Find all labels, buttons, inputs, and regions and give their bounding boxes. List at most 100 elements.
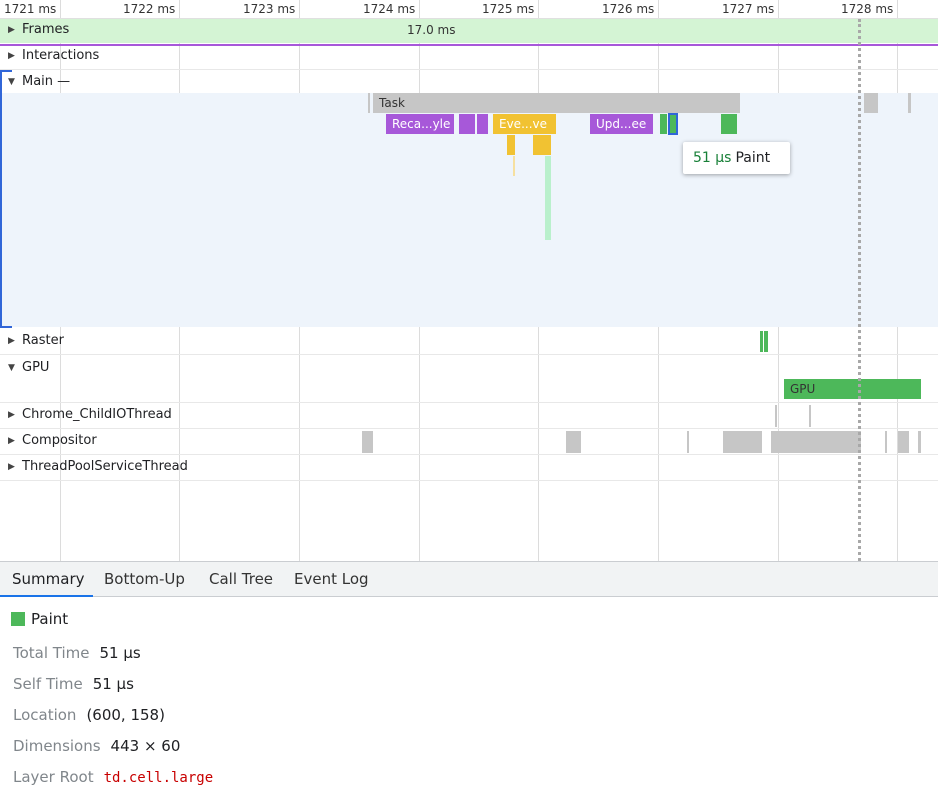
threadpool-track[interactable]: ▶ ThreadPoolServiceThread — [0, 455, 938, 481]
io-event[interactable] — [809, 405, 811, 427]
time-ruler[interactable]: 1721 ms 1722 ms 1723 ms 1724 ms 1725 ms … — [0, 0, 938, 19]
expand-triangle-icon: ▶ — [8, 435, 15, 446]
selected-paint-event[interactable] — [668, 113, 678, 135]
tab-event-log[interactable]: Event Log — [294, 562, 369, 597]
row-value: (600, 158) — [86, 706, 165, 724]
frames-track[interactable]: ▶ Frames 17.0 ms — [0, 19, 938, 43]
compositor-label: Compositor — [22, 433, 97, 448]
rendering-event[interactable] — [477, 114, 488, 134]
row-key: Dimensions — [13, 737, 101, 755]
expand-triangle-icon: ▶ — [8, 461, 15, 472]
main-toggle[interactable]: ▼ Main — — [8, 74, 70, 89]
scripting-event[interactable] — [533, 135, 551, 155]
summary-row-dimensions: Dimensions 443 × 60 — [13, 737, 180, 755]
raster-event[interactable] — [764, 331, 768, 352]
summary-row-total-time: Total Time 51 µs — [13, 644, 141, 662]
interactions-toggle[interactable]: ▶ Interactions — [8, 48, 99, 63]
compositor-event[interactable] — [566, 431, 581, 453]
tooltip-duration: 51 µs — [693, 150, 732, 166]
tick-label: 1722 ms — [123, 2, 176, 16]
compositor-toggle[interactable]: ▶ Compositor — [8, 433, 97, 448]
childio-label: Chrome_ChildIOThread — [22, 407, 172, 422]
tick-label: 1728 ms — [841, 2, 894, 16]
tooltip-name: Paint — [735, 150, 771, 166]
interactions-track[interactable]: ▶ Interactions — [0, 46, 938, 70]
recalc-style-event[interactable]: Reca...yle — [386, 114, 454, 134]
gc-event[interactable] — [545, 156, 551, 240]
main-label: Main — — [22, 74, 71, 89]
category-swatch — [11, 612, 25, 626]
raster-track[interactable]: ▶ Raster — [0, 328, 938, 355]
compositor-event[interactable] — [771, 431, 861, 453]
row-value: 51 µs — [99, 644, 141, 662]
task-event[interactable]: Task — [373, 93, 740, 113]
tick-label: 1724 ms — [363, 2, 416, 16]
timeline-panel[interactable]: 1721 ms 1722 ms 1723 ms 1724 ms 1725 ms … — [0, 0, 938, 561]
compositor-event[interactable] — [723, 431, 762, 453]
details-tabs: Summary Bottom-Up Call Tree Event Log — [0, 562, 938, 597]
tab-call-tree[interactable]: Call Tree — [209, 562, 273, 597]
row-value: 443 × 60 — [110, 737, 181, 755]
task-event[interactable] — [368, 93, 370, 113]
frames-toggle[interactable]: ▶ Frames — [8, 22, 69, 37]
tick-label: 1723 ms — [243, 2, 296, 16]
expand-triangle-icon: ▶ — [8, 50, 15, 61]
summary-row-layer-root: Layer Root td.cell.large — [13, 768, 213, 786]
gpu-track[interactable]: ▼ GPU GPU — [0, 355, 938, 403]
timestamp-marker — [858, 19, 861, 561]
row-value: 51 µs — [92, 675, 134, 693]
expand-triangle-icon: ▶ — [8, 335, 15, 346]
gpu-toggle[interactable]: ▼ GPU — [8, 360, 49, 375]
expand-triangle-icon: ▶ — [8, 409, 15, 420]
layer-root-link[interactable]: td.cell.large — [104, 770, 214, 786]
frames-label: Frames — [22, 22, 70, 37]
rendering-event[interactable] — [459, 114, 475, 134]
collapse-triangle-icon: ▼ — [8, 76, 15, 87]
threadpool-toggle[interactable]: ▶ ThreadPoolServiceThread — [8, 459, 188, 474]
expand-triangle-icon: ▶ — [8, 24, 15, 35]
summary-row-location: Location (600, 158) — [13, 706, 165, 724]
compositor-track[interactable]: ▶ Compositor — [0, 429, 938, 455]
paint-event[interactable] — [721, 114, 737, 134]
childio-track[interactable]: ▶ Chrome_ChildIOThread — [0, 403, 938, 429]
tab-bottom-up[interactable]: Bottom-Up — [104, 562, 185, 597]
compositor-event[interactable] — [918, 431, 921, 453]
event-dispatch-event[interactable]: Eve...ve — [493, 114, 556, 134]
collapse-triangle-icon: ▼ — [8, 362, 15, 373]
row-key: Self Time — [13, 675, 83, 693]
task-event[interactable] — [864, 93, 878, 113]
row-key: Layer Root — [13, 768, 94, 786]
threadpool-label: ThreadPoolServiceThread — [22, 459, 188, 474]
raster-toggle[interactable]: ▶ Raster — [8, 333, 64, 348]
tick-label: 1726 ms — [602, 2, 655, 16]
compositor-event[interactable] — [898, 431, 909, 453]
task-event[interactable] — [908, 93, 911, 113]
summary-event-name: Paint — [31, 610, 69, 628]
main-track-selection-bracket — [0, 70, 12, 328]
summary-row-self-time: Self Time 51 µs — [13, 675, 134, 693]
interactions-label: Interactions — [22, 48, 100, 63]
tab-summary[interactable]: Summary — [0, 562, 93, 597]
details-panel: Summary Bottom-Up Call Tree Event Log Pa… — [0, 561, 938, 789]
gpu-label: GPU — [22, 360, 50, 375]
gpu-event[interactable]: GPU — [784, 379, 921, 399]
row-key: Location — [13, 706, 77, 724]
summary-title: Paint — [11, 610, 68, 628]
compositor-event[interactable] — [687, 431, 689, 453]
tick-label: 1721 ms — [4, 2, 57, 16]
paint-event[interactable] — [660, 114, 667, 134]
tick-label: 1727 ms — [722, 2, 775, 16]
row-key: Total Time — [13, 644, 90, 662]
compositor-event[interactable] — [362, 431, 373, 453]
scripting-event[interactable] — [507, 135, 515, 155]
scripting-event[interactable] — [513, 156, 515, 176]
tick-label: 1725 ms — [482, 2, 535, 16]
raster-label: Raster — [22, 333, 64, 348]
raster-event[interactable] — [760, 331, 763, 352]
childio-toggle[interactable]: ▶ Chrome_ChildIOThread — [8, 407, 172, 422]
frame-duration[interactable]: 17.0 ms — [407, 23, 455, 37]
update-layer-tree-event[interactable]: Upd...ee — [590, 114, 653, 134]
event-tooltip: 51 µs Paint — [683, 142, 790, 174]
io-event[interactable] — [775, 405, 777, 427]
compositor-event[interactable] — [885, 431, 887, 453]
